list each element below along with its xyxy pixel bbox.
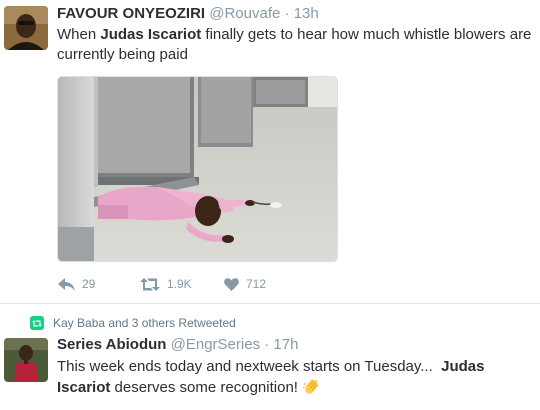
heart-icon — [224, 277, 239, 291]
display-name[interactable]: FAVOUR ONYEOZIRI — [57, 5, 205, 22]
timestamp[interactable]: 13h — [294, 5, 319, 22]
tweet-text-part: deserves some recognition! — [110, 379, 303, 396]
avatar[interactable] — [4, 338, 48, 382]
retweet-icon — [30, 316, 44, 330]
reply-icon — [58, 277, 75, 291]
tweet-text-part: This week ends today and nextweek starts… — [57, 358, 442, 375]
tweet-text-bold: Judas Iscariot — [100, 26, 202, 43]
reply-count: 29 — [82, 277, 96, 291]
retweet-button[interactable]: 1.9K — [140, 277, 192, 291]
tweet-header: FAVOUR ONYEOZIRI @Rouvafe · 13h — [57, 5, 319, 22]
reply-button[interactable]: 29 — [58, 277, 95, 291]
retweet-context[interactable]: Kay Baba and 3 others Retweeted — [30, 316, 236, 330]
retweet-icon — [140, 277, 160, 291]
separator-dot: · — [264, 336, 270, 353]
like-count: 712 — [246, 277, 267, 291]
timestamp[interactable]: 17h — [273, 336, 298, 353]
retweet-context-text: Kay Baba and 3 others Retweeted — [53, 316, 236, 330]
clapping-hands-emoji — [302, 377, 320, 401]
tweet-media-photo[interactable] — [57, 76, 338, 262]
tweet-divider — [0, 303, 540, 304]
like-button[interactable]: 712 — [224, 277, 266, 291]
tweet-text: When Judas Iscariot finally gets to hear… — [57, 25, 532, 65]
tweet[interactable]: FAVOUR ONYEOZIRI @Rouvafe · 13h When Jud… — [0, 0, 540, 302]
username-handle[interactable]: @Rouvafe — [209, 5, 280, 22]
retweet-count: 1.9K — [167, 277, 192, 291]
avatar[interactable] — [4, 6, 48, 50]
username-handle[interactable]: @EngrSeries — [171, 336, 260, 353]
separator-dot: · — [284, 5, 290, 22]
display-name[interactable]: Series Abiodun — [57, 336, 166, 353]
tweet-text-part: When — [57, 26, 101, 43]
tweet-header: Series Abiodun @EngrSeries · 17h — [57, 336, 298, 353]
tweet-text: This week ends today and nextweek starts… — [57, 357, 535, 401]
